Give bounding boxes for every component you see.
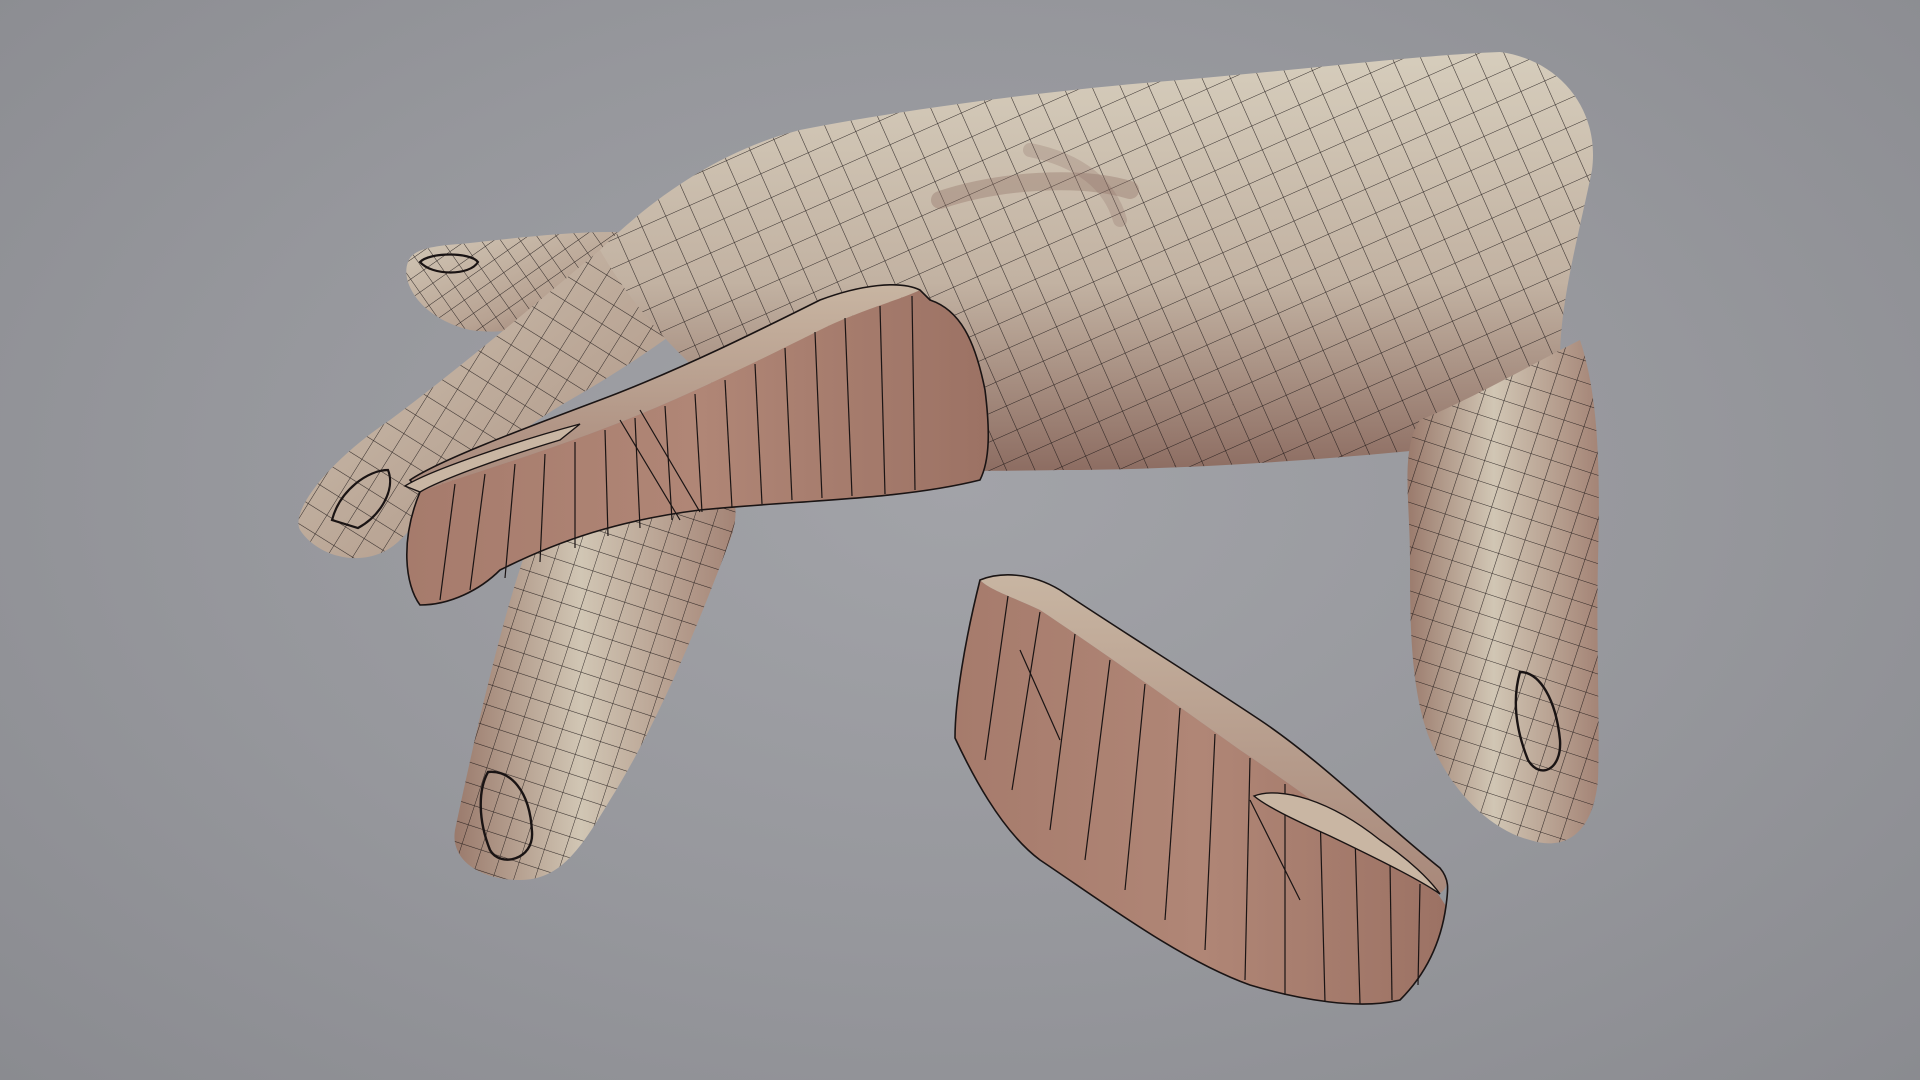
thumb[interactable]: [1407, 340, 1599, 844]
3d-viewport[interactable]: [0, 0, 1920, 1080]
detached-finger-piece[interactable]: [954, 574, 1449, 1005]
hand-model-scene[interactable]: [0, 0, 1920, 1080]
